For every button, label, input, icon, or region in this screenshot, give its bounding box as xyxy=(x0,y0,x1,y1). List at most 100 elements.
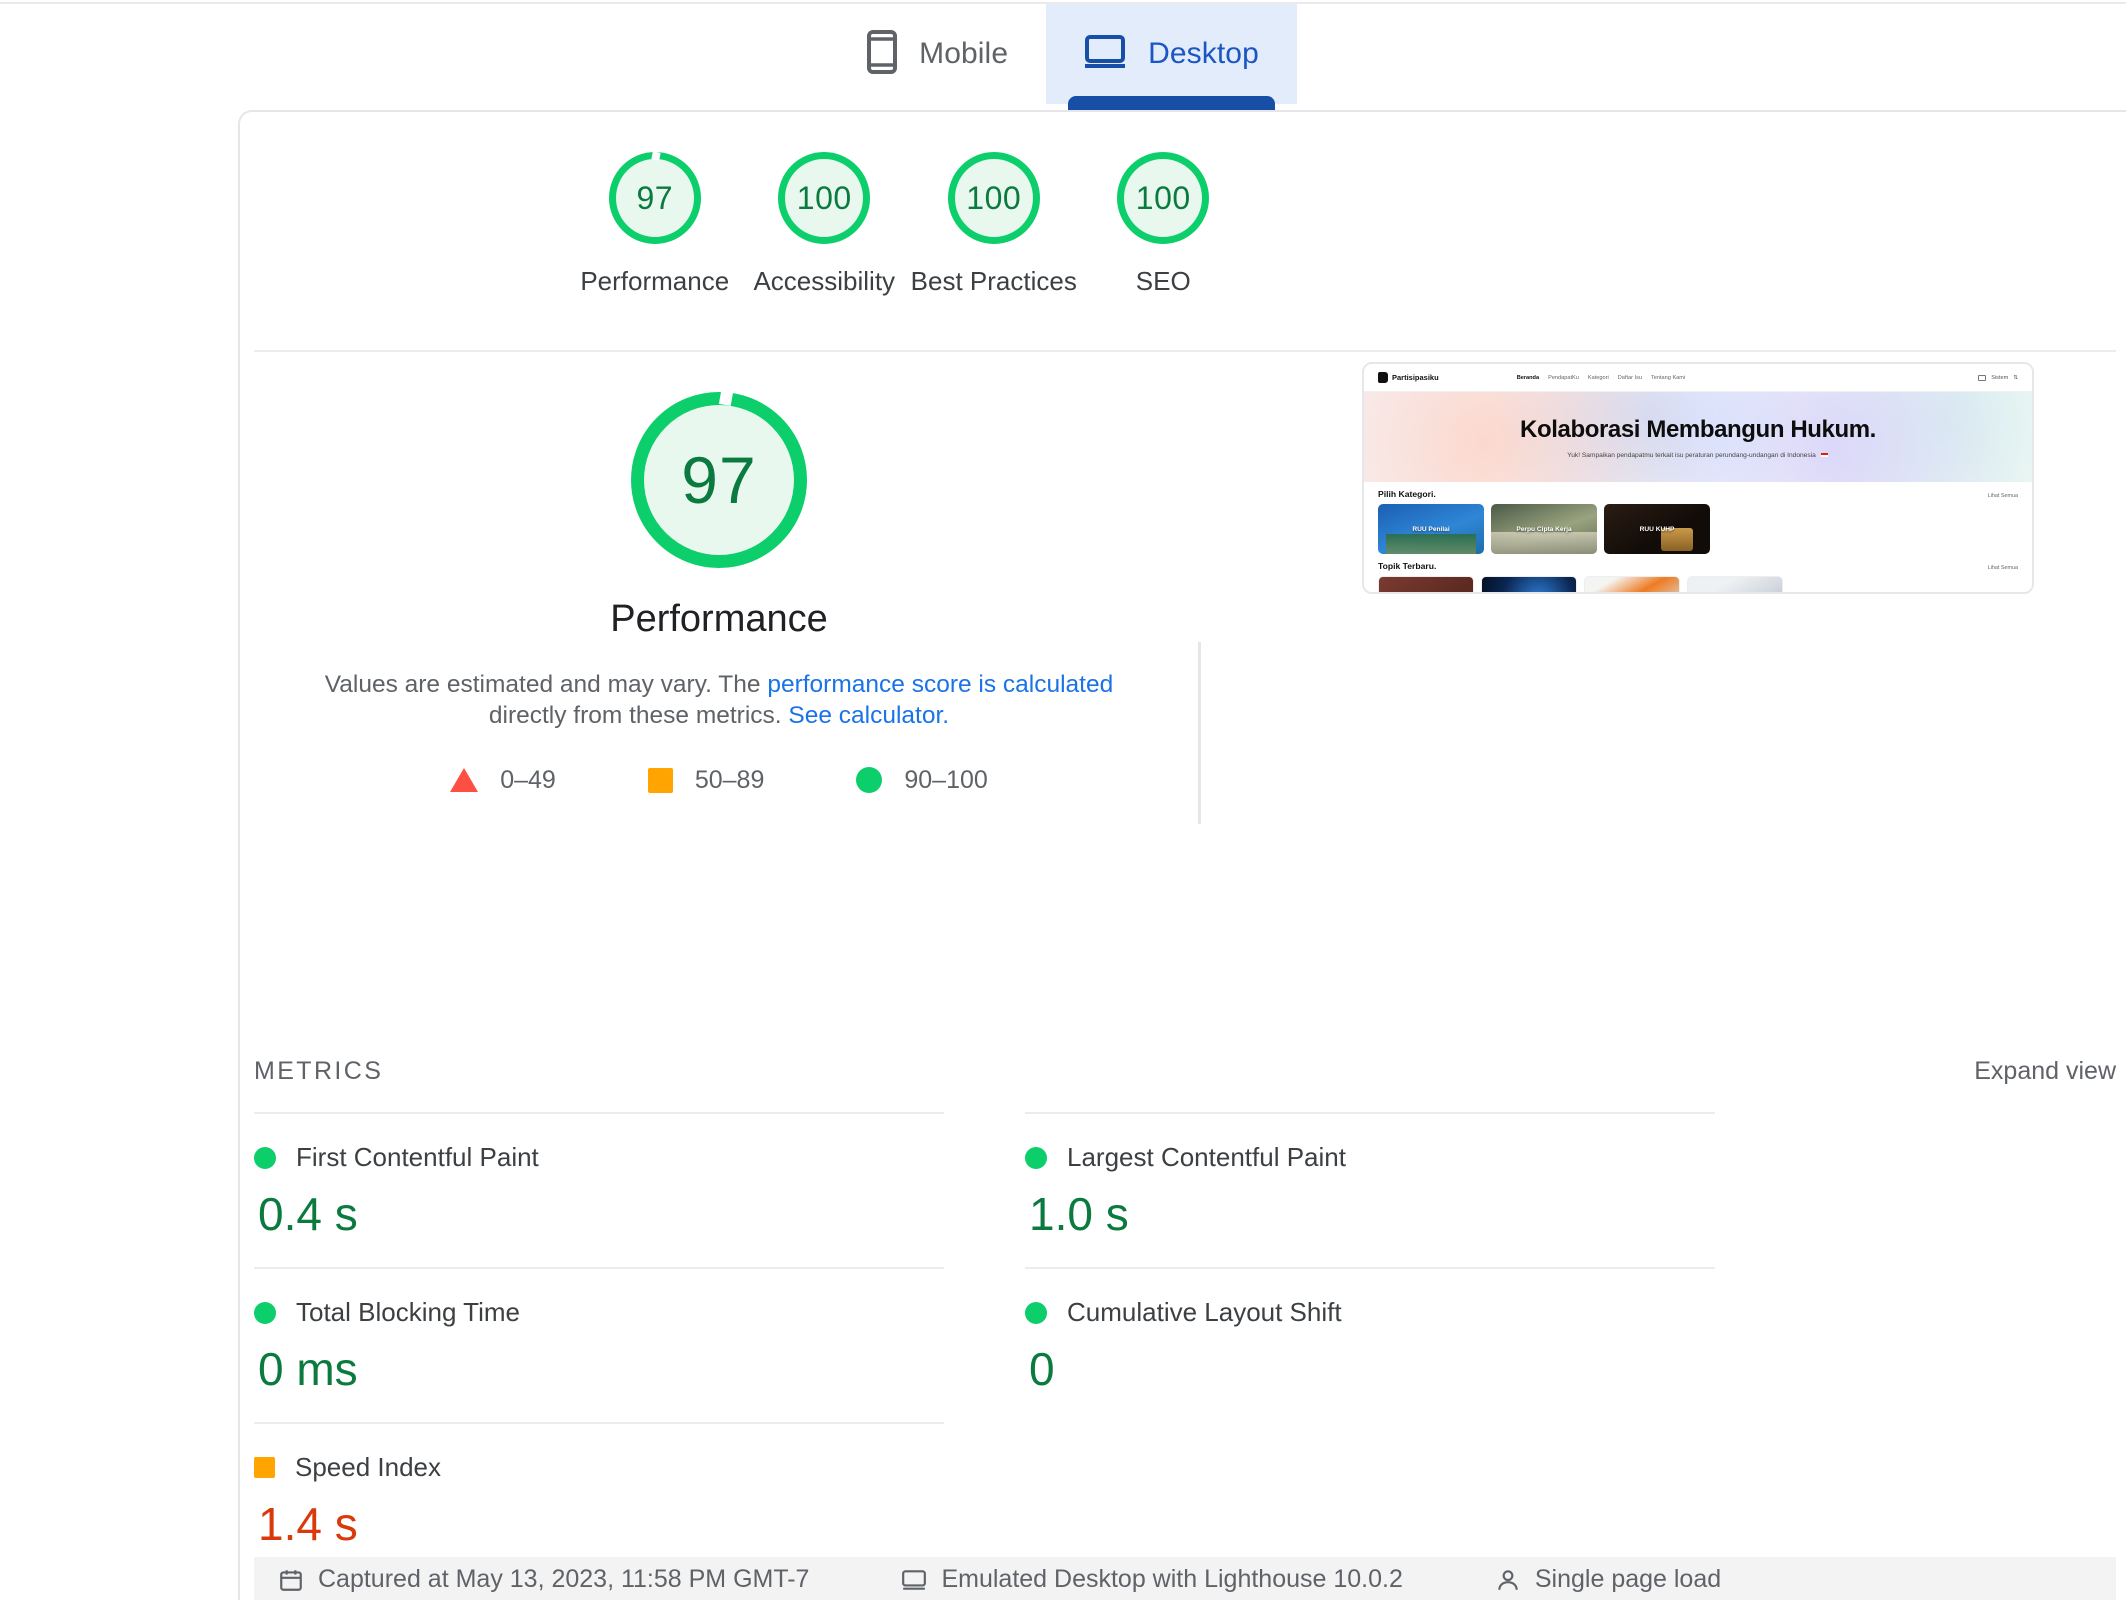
topic-card xyxy=(1687,576,1783,594)
status-good-icon xyxy=(1025,1302,1047,1324)
metric-name: Speed Index xyxy=(295,1452,441,1483)
metric-value: 0 ms xyxy=(254,1342,944,1396)
thumbnail-body: Pilih Kategori. Lihat Semua RUU Penilai … xyxy=(1364,482,2032,594)
gauge-label: Accessibility xyxy=(753,266,895,297)
score-gauge-seo[interactable]: 100 SEO xyxy=(1079,152,1249,297)
section-see-all: Lihat Semua xyxy=(1988,565,2018,571)
footer-captured-at: Captured at May 13, 2023, 11:58 PM GMT-7 xyxy=(278,1565,809,1594)
metric-value: 0 xyxy=(1025,1342,1715,1396)
metric-row[interactable]: Cumulative Layout Shift 0 xyxy=(1025,1267,1715,1422)
expand-view-button[interactable]: Expand view xyxy=(1974,1057,2116,1086)
circle-good-icon xyxy=(856,767,882,793)
gauge-label: Performance xyxy=(580,266,729,297)
metric-name: Cumulative Layout Shift xyxy=(1067,1297,1342,1328)
metric-name: Total Blocking Time xyxy=(296,1297,520,1328)
desc-text-1: Values are estimated and may vary. The xyxy=(325,671,768,698)
desktop-monitor-icon xyxy=(1084,34,1126,75)
thumbnail-section-header: Pilih Kategori. Lihat Semua xyxy=(1378,489,2018,499)
tab-mobile-label: Mobile xyxy=(919,37,1008,71)
indonesia-flag-icon xyxy=(1820,452,1829,458)
see-calculator-link[interactable]: See calculator. xyxy=(788,702,949,729)
legend-item-good: 90–100 xyxy=(856,766,987,795)
chevron-updown-icon: ⇅ xyxy=(2013,375,2018,381)
thumbnail-section-header: Topik Terbaru. Lihat Semua xyxy=(1378,561,2018,571)
gauge-score: 100 xyxy=(966,180,1021,217)
performance-gauge: 97 xyxy=(631,392,807,568)
section-title: Pilih Kategori. xyxy=(1378,489,1436,499)
status-good-icon xyxy=(254,1147,276,1169)
performance-score-link[interactable]: performance score is calculated xyxy=(767,671,1113,698)
category-card-label: RUU Penilai xyxy=(1412,526,1449,533)
page-screenshot-thumbnail: Partisipasiku Beranda PendapatKu Kategor… xyxy=(1362,362,2034,594)
category-card-label: RUU KUHP xyxy=(1640,526,1675,533)
gauge-label: Best Practices xyxy=(911,266,1077,297)
vertical-divider xyxy=(1198,642,1201,824)
thumbnail-hero: Kolaborasi Membangun Hukum. Yuk! Sampaik… xyxy=(1364,392,2032,482)
legend-range: 90–100 xyxy=(904,766,987,795)
performance-summary: 97 Performance Values are estimated and … xyxy=(240,392,1198,795)
footer-run-text: Single page load xyxy=(1535,1565,1721,1594)
monitor-icon xyxy=(1978,375,1986,381)
score-gauge-best-practices[interactable]: 100 Best Practices xyxy=(909,152,1079,297)
legend-item-poor: 0–49 xyxy=(450,766,556,795)
person-icon xyxy=(1495,1567,1521,1593)
metrics-column-spacer xyxy=(984,1112,985,1577)
thumbnail-topic-row xyxy=(1378,576,2018,594)
metric-row[interactable]: Largest Contentful Paint 1.0 s xyxy=(1025,1112,1715,1267)
thumbnail-category-row: RUU Penilai Perpu Cipta Kerja RUU KUHP xyxy=(1378,504,2018,554)
metric-name: First Contentful Paint xyxy=(296,1142,539,1173)
score-gauge-accessibility[interactable]: 100 Accessibility xyxy=(740,152,910,297)
desktop-monitor-icon xyxy=(901,1567,927,1593)
metric-row[interactable]: Total Blocking Time 0 ms xyxy=(254,1267,944,1422)
footer-run-type: Single page load xyxy=(1495,1565,1721,1594)
metric-row[interactable]: Speed Index 1.4 s xyxy=(254,1422,944,1577)
performance-description: Values are estimated and may vary. The p… xyxy=(319,669,1119,732)
legend-item-average: 50–89 xyxy=(648,766,765,795)
tab-desktop[interactable]: Desktop xyxy=(1046,4,1297,104)
thumbnail-menu-item: Daftar Isu xyxy=(1618,375,1642,381)
gauge-score: 100 xyxy=(1136,180,1191,217)
thumbnail-menu-item: Kategori xyxy=(1588,375,1609,381)
tab-desktop-label: Desktop xyxy=(1148,37,1259,71)
gauge-label: SEO xyxy=(1136,266,1191,297)
status-good-icon xyxy=(1025,1147,1047,1169)
triangle-poor-icon xyxy=(450,768,478,792)
category-card: Perpu Cipta Kerja xyxy=(1491,504,1597,554)
footer-environment: Emulated Desktop with Lighthouse 10.0.2 xyxy=(901,1565,1402,1594)
performance-score: 97 xyxy=(681,442,756,518)
category-card: RUU Penilai xyxy=(1378,504,1484,554)
metrics-column-left: First Contentful Paint 0.4 s Total Block… xyxy=(254,1112,944,1577)
category-card: RUU KUHP xyxy=(1604,504,1710,554)
thumbnail-hero-subtitle: Yuk! Sampaikan pendapatmu terkait isu pe… xyxy=(1567,452,1829,459)
score-gauge-performance[interactable]: 97 Performance xyxy=(570,152,740,297)
gauge-ring: 100 xyxy=(1117,152,1209,244)
thumbnail-menu-item: Tentang Kami xyxy=(1651,375,1685,381)
metrics-header: METRICS Expand view xyxy=(254,1057,2116,1086)
report-footer: Captured at May 13, 2023, 11:58 PM GMT-7… xyxy=(254,1557,2116,1600)
thumbnail-menu: Beranda PendapatKu Kategori Daftar Isu T… xyxy=(1517,375,1686,381)
metric-row[interactable]: First Contentful Paint 0.4 s xyxy=(254,1112,944,1267)
category-score-gauges: 97 Performance 100 Accessibility 100 Bes… xyxy=(240,152,1578,297)
thumbnail-navbar: Partisipasiku Beranda PendapatKu Kategor… xyxy=(1364,364,2032,392)
thumbnail-theme-switch: Sistem ⇅ xyxy=(1978,375,2018,381)
gauge-ring: 100 xyxy=(778,152,870,244)
gauge-ring: 97 xyxy=(609,152,701,244)
metrics-title: METRICS xyxy=(254,1057,383,1086)
topic-card xyxy=(1481,576,1577,594)
legend-range: 50–89 xyxy=(695,766,765,795)
metrics-column-right: Largest Contentful Paint 1.0 s Cumulativ… xyxy=(1025,1112,1715,1577)
gauge-score: 97 xyxy=(636,180,673,217)
score-legend: 0–49 50–89 90–100 xyxy=(450,766,988,795)
thumbnail-logo: Partisipasiku xyxy=(1378,372,1439,383)
thumbnail-hero-title: Kolaborasi Membangun Hukum. xyxy=(1520,416,1876,444)
tab-mobile[interactable]: Mobile xyxy=(829,4,1046,104)
legend-range: 0–49 xyxy=(500,766,556,795)
footer-environment-text: Emulated Desktop with Lighthouse 10.0.2 xyxy=(941,1565,1402,1594)
gauge-score: 100 xyxy=(797,180,852,217)
gauge-ring: 100 xyxy=(948,152,1040,244)
topic-card xyxy=(1584,576,1680,594)
hero-subtitle-text: Yuk! Sampaikan pendapatmu terkait isu pe… xyxy=(1567,452,1816,459)
brand-name: Partisipasiku xyxy=(1392,373,1439,382)
mobile-phone-icon xyxy=(867,30,897,79)
category-card-label: Perpu Cipta Kerja xyxy=(1516,526,1571,533)
